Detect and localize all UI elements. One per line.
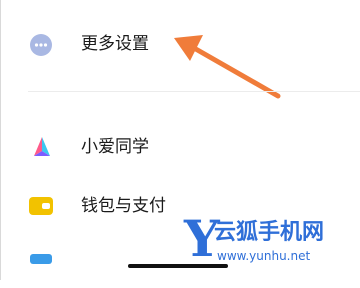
xiaoai-icon [34, 137, 50, 156]
site-watermark: Y 云狐手机网 www.yunhu.net [184, 214, 360, 280]
settings-item-xiaoai[interactable]: 小爱同学 [0, 127, 360, 167]
home-indicator[interactable] [128, 264, 228, 268]
next-item-icon [30, 254, 52, 264]
wallet-icon [29, 197, 53, 215]
watermark-url: www.yunhu.net [217, 249, 311, 263]
watermark-title: 云狐手机网 [214, 220, 325, 245]
section-divider [28, 91, 360, 92]
settings-item-label: 小爱同学 [81, 137, 149, 157]
settings-item-label: 钱包与支付 [81, 196, 166, 216]
